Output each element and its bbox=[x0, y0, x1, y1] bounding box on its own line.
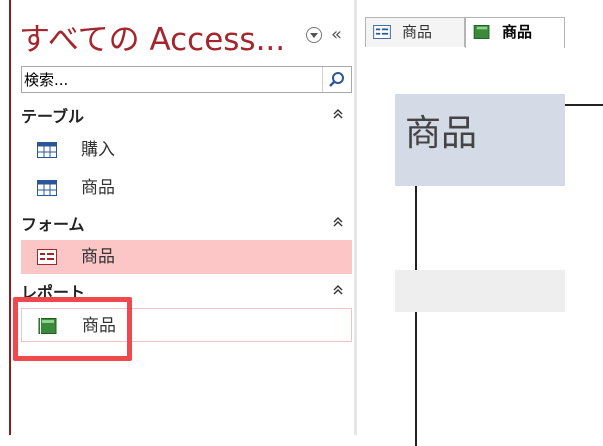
chevron-up-icon[interactable] bbox=[332, 280, 344, 306]
nav-search-box bbox=[21, 66, 352, 93]
table-icon bbox=[37, 180, 57, 196]
form-icon bbox=[37, 249, 57, 265]
table-icon bbox=[37, 142, 57, 158]
search-input[interactable] bbox=[24, 70, 314, 90]
search-button[interactable] bbox=[322, 67, 351, 92]
tab-label: 商品 bbox=[402, 23, 433, 41]
tab-label: 商品 bbox=[502, 23, 533, 41]
nav-item-table-purchase[interactable]: 購入 bbox=[21, 133, 352, 167]
nav-item-label: 購入 bbox=[81, 140, 115, 160]
form-icon bbox=[373, 25, 391, 39]
report-title: 商品 bbox=[405, 113, 478, 154]
nav-collapse-button[interactable]: « bbox=[331, 24, 342, 45]
nav-item-label: 商品 bbox=[81, 178, 115, 198]
annotation-highlight-box bbox=[13, 297, 132, 361]
window-left-edge bbox=[0, 0, 12, 435]
chevron-up-icon[interactable] bbox=[332, 104, 344, 130]
navigation-pane: すべての Access... « テーブル 購入 bbox=[13, 0, 357, 435]
tab-report-products[interactable]: 商品 bbox=[465, 17, 565, 48]
document-tab-bar: 商品 商品 bbox=[357, 0, 603, 57]
document-area: 商品 商品 商品 bbox=[357, 0, 603, 446]
nav-pane-title[interactable]: すべての Access... bbox=[19, 20, 309, 60]
nav-item-form-products[interactable]: 商品 bbox=[21, 240, 352, 274]
chevron-up-icon[interactable] bbox=[332, 212, 344, 238]
tab-form-products[interactable]: 商品 bbox=[365, 17, 465, 47]
group-header-forms[interactable]: フォーム bbox=[21, 212, 352, 238]
report-header-band[interactable]: 商品 bbox=[395, 94, 565, 186]
search-icon bbox=[329, 72, 344, 87]
group-label: テーブル bbox=[21, 107, 85, 126]
report-design-canvas: 商品 bbox=[357, 56, 603, 446]
group-label: フォーム bbox=[21, 215, 85, 234]
group-header-tables[interactable]: テーブル bbox=[21, 104, 352, 130]
report-icon bbox=[473, 25, 490, 39]
nav-menu-dropdown-icon[interactable] bbox=[306, 27, 322, 43]
nav-item-label: 商品 bbox=[81, 247, 115, 267]
report-detail-band[interactable] bbox=[395, 270, 565, 312]
nav-item-table-products[interactable]: 商品 bbox=[21, 171, 352, 205]
